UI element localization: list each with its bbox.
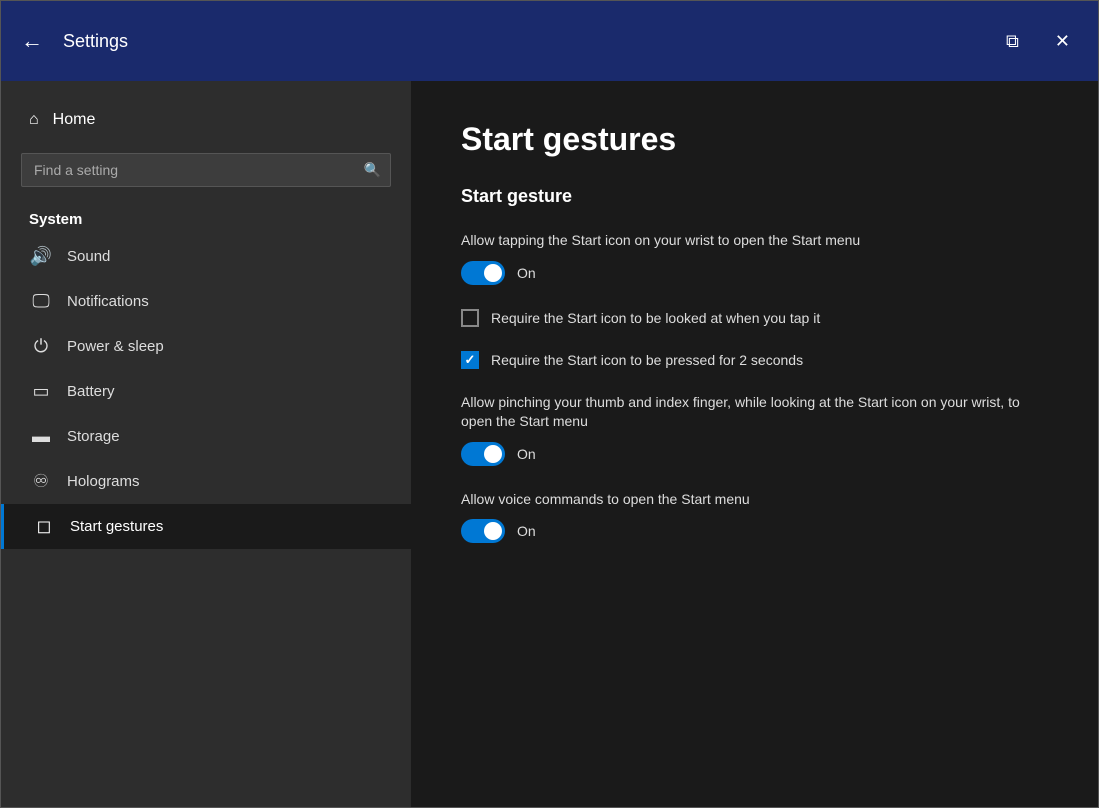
titlebar-title: Settings bbox=[63, 31, 998, 52]
sidebar: ⌂ Home 🔍 System 🔊 Sound 🖵 Notifications … bbox=[1, 81, 411, 807]
setting-description: Allow tapping the Start icon on your wri… bbox=[461, 231, 1048, 251]
checkbox-press-2sec[interactable] bbox=[461, 351, 479, 369]
setting-description: Allow pinching your thumb and index fing… bbox=[461, 393, 1048, 432]
sidebar-item-sound[interactable]: 🔊 Sound bbox=[1, 234, 411, 279]
sidebar-item-label: Power & sleep bbox=[67, 338, 164, 355]
toggle-voice-slider bbox=[461, 519, 505, 543]
toggle-pinch-start[interactable] bbox=[461, 442, 505, 466]
toggle-pinch-start-slider bbox=[461, 442, 505, 466]
search-box: 🔍 bbox=[21, 153, 391, 187]
sidebar-item-home[interactable]: ⌂ Home bbox=[1, 101, 411, 139]
home-icon: ⌂ bbox=[29, 111, 39, 129]
sidebar-item-label: Start gestures bbox=[70, 518, 163, 535]
power-icon: ⏻ bbox=[29, 336, 53, 357]
sidebar-item-start-gestures[interactable]: ◻ Start gestures bbox=[1, 504, 411, 549]
toggle-voice-commands[interactable] bbox=[461, 519, 505, 543]
sound-icon: 🔊 bbox=[29, 246, 53, 267]
toggle-row: On bbox=[461, 261, 1048, 285]
sidebar-item-power-sleep[interactable]: ⏻ Power & sleep bbox=[1, 324, 411, 369]
sidebar-item-label: Storage bbox=[67, 428, 120, 445]
notifications-icon: 🖵 bbox=[29, 291, 53, 312]
holograms-icon: ♾ bbox=[29, 471, 53, 492]
checkbox-row-look: Require the Start icon to be looked at w… bbox=[461, 309, 1048, 327]
toggle-pinch-label: On bbox=[517, 446, 536, 462]
setting-tap-start-icon: Allow tapping the Start icon on your wri… bbox=[461, 231, 1048, 285]
start-gestures-icon: ◻ bbox=[32, 516, 56, 537]
close-button[interactable]: ✕ bbox=[1047, 28, 1078, 54]
sidebar-item-storage[interactable]: ▬ Storage bbox=[1, 414, 411, 459]
sidebar-item-holograms[interactable]: ♾ Holograms bbox=[1, 459, 411, 504]
section-title: Start gesture bbox=[461, 186, 1048, 207]
search-icon: 🔍 bbox=[364, 162, 381, 179]
toggle-row: On bbox=[461, 519, 1048, 543]
content-area: ⌂ Home 🔍 System 🔊 Sound 🖵 Notifications … bbox=[1, 81, 1098, 807]
toggle-voice-label: On bbox=[517, 523, 536, 539]
page-title: Start gestures bbox=[461, 121, 1048, 158]
sidebar-item-label: Holograms bbox=[67, 473, 140, 490]
checkbox-press-label: Require the Start icon to be pressed for… bbox=[491, 352, 803, 368]
setting-description: Allow voice commands to open the Start m… bbox=[461, 490, 1048, 510]
setting-press-2sec: Require the Start icon to be pressed for… bbox=[461, 351, 1048, 369]
checkbox-look-label: Require the Start icon to be looked at w… bbox=[491, 310, 820, 326]
sidebar-item-battery[interactable]: ▭ Battery bbox=[1, 369, 411, 414]
sidebar-section-system: System bbox=[1, 201, 411, 234]
sidebar-item-label: Sound bbox=[67, 248, 110, 265]
settings-window: ← Settings ⧉ ✕ ⌂ Home 🔍 System 🔊 Sound bbox=[0, 0, 1099, 808]
toggle-tap-start-slider bbox=[461, 261, 505, 285]
toggle-row: On bbox=[461, 442, 1048, 466]
checkbox-look-at-start[interactable] bbox=[461, 309, 479, 327]
sidebar-item-notifications[interactable]: 🖵 Notifications bbox=[1, 279, 411, 324]
setting-voice-commands: Allow voice commands to open the Start m… bbox=[461, 490, 1048, 544]
toggle-tap-start-label: On bbox=[517, 265, 536, 281]
sidebar-item-label: Battery bbox=[67, 383, 115, 400]
setting-pinch-start: Allow pinching your thumb and index fing… bbox=[461, 393, 1048, 466]
checkbox-row-press: Require the Start icon to be pressed for… bbox=[461, 351, 1048, 369]
battery-icon: ▭ bbox=[29, 381, 53, 402]
restore-button[interactable]: ⧉ bbox=[998, 28, 1027, 54]
storage-icon: ▬ bbox=[29, 426, 53, 447]
setting-look-at-start: Require the Start icon to be looked at w… bbox=[461, 309, 1048, 327]
titlebar: ← Settings ⧉ ✕ bbox=[1, 1, 1098, 81]
sidebar-item-label: Notifications bbox=[67, 293, 149, 310]
toggle-tap-start[interactable] bbox=[461, 261, 505, 285]
sidebar-home-label: Home bbox=[53, 111, 96, 129]
back-button[interactable]: ← bbox=[21, 30, 43, 52]
main-content: Start gestures Start gesture Allow tappi… bbox=[411, 81, 1098, 807]
titlebar-controls: ⧉ ✕ bbox=[998, 28, 1078, 54]
search-input[interactable] bbox=[21, 153, 391, 187]
